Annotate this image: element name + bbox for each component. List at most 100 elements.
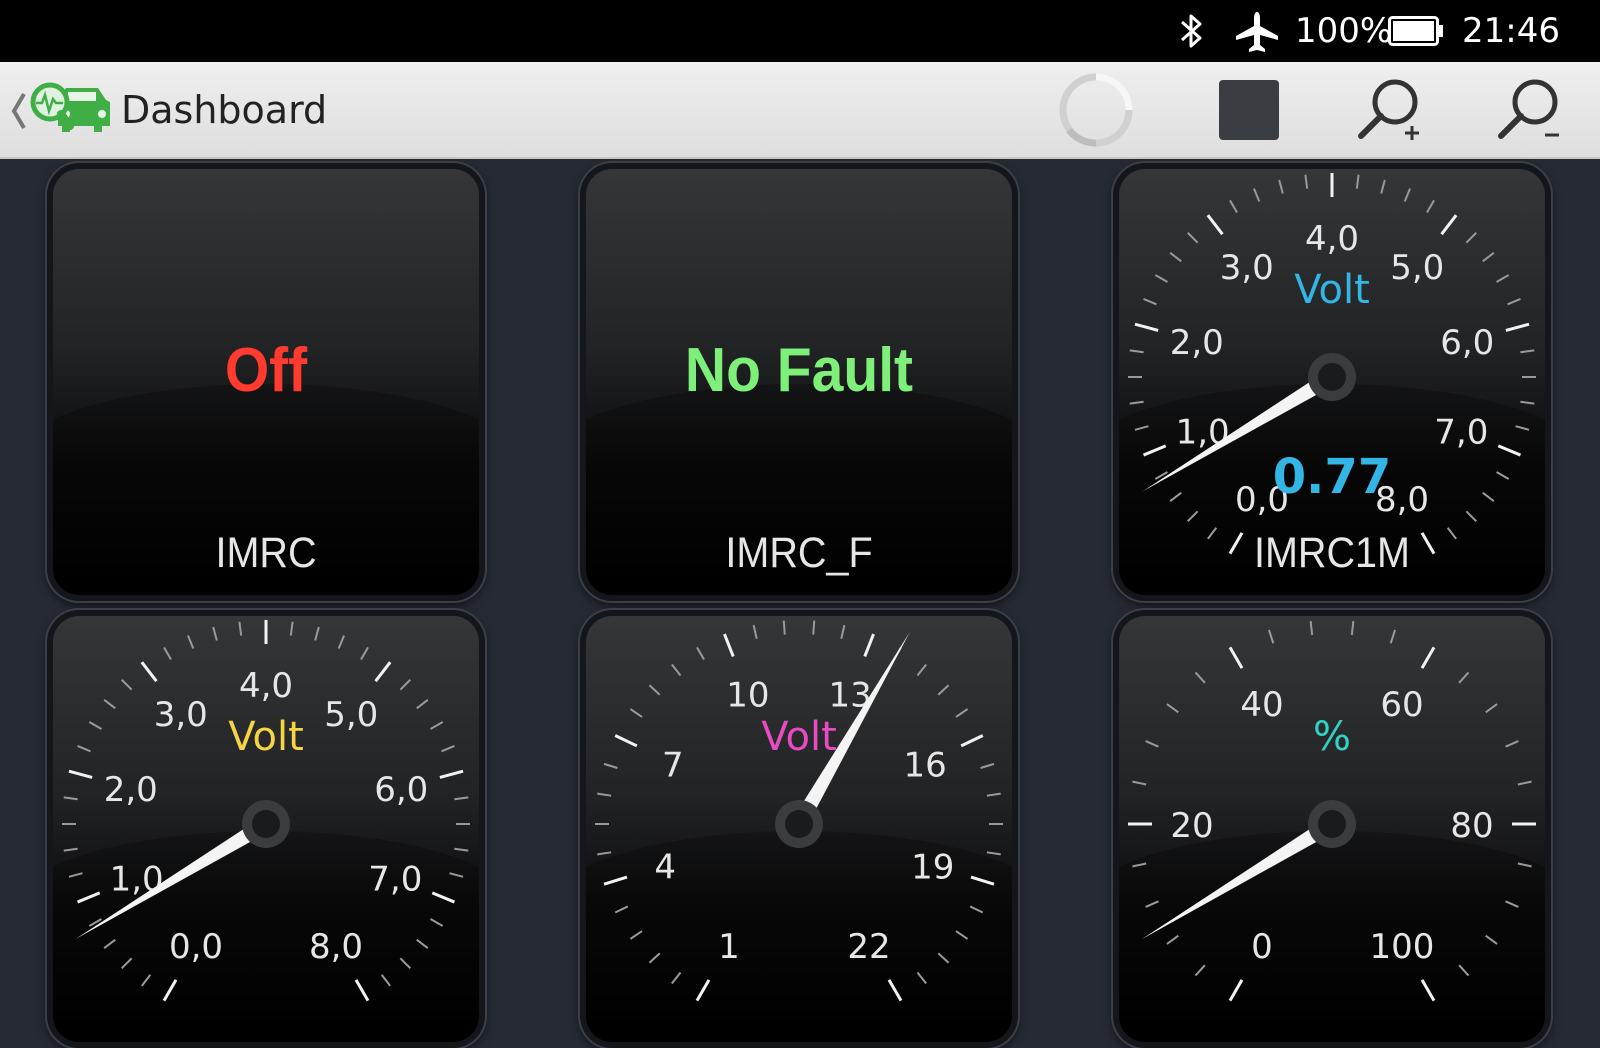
gauge-hub-center bbox=[1318, 363, 1346, 391]
gauge-minor-tick bbox=[449, 872, 464, 878]
panel-imrc1m[interactable]: 0,0 1,0 2,0 3,0 4,0 5,0 6,0 7,0 8,0 Volt 0.77 IMRC… bbox=[1113, 163, 1551, 601]
gauge-tick-label: 4 bbox=[654, 847, 676, 887]
gauge-minor-tick bbox=[416, 699, 429, 710]
gauge-minor-tick bbox=[696, 646, 705, 660]
gauge-minor-tick bbox=[916, 971, 927, 985]
gauge-minor-tick bbox=[238, 621, 243, 636]
stop-icon bbox=[1219, 80, 1279, 140]
panel-volt-gauge-yellow[interactable]: 0,0 1,0 2,0 3,0 4,0 5,0 6,0 7,0 8,0 Volt bbox=[47, 610, 485, 1048]
panel-volt-gauge-magenta[interactable]: 1 4 7 10 13 16 19 22 Volt bbox=[580, 610, 1018, 1048]
gauge-minor-tick bbox=[1520, 349, 1535, 354]
gauge-needle bbox=[75, 817, 271, 939]
gauge-minor-tick bbox=[648, 684, 661, 696]
gauge-major-tick bbox=[1228, 979, 1244, 1002]
gauge-minor-tick bbox=[648, 952, 661, 964]
gauge-minor-tick bbox=[1194, 964, 1206, 977]
gauge-minor-tick bbox=[980, 762, 995, 769]
gauge-minor-tick bbox=[1403, 188, 1411, 202]
panel-imrc[interactable]: Off IMRC bbox=[47, 163, 485, 601]
gauge-minor-tick bbox=[399, 957, 411, 969]
gauge-minor-tick bbox=[1129, 400, 1144, 405]
page-title: Dashboard bbox=[121, 88, 328, 132]
gauge-tick-label: 7 bbox=[662, 745, 684, 785]
gauge-unit-label: Volt bbox=[761, 714, 837, 760]
stop-button[interactable] bbox=[1209, 74, 1289, 146]
panel-percent-gauge[interactable]: 0 20 40 60 80 100% bbox=[1113, 610, 1551, 1048]
gauge-tick-label: 80 bbox=[1450, 806, 1493, 846]
gauge-minor-tick bbox=[1505, 900, 1519, 908]
back-chevron-icon[interactable] bbox=[8, 90, 30, 132]
gauge-dial: 0,01,02,03,04,05,06,07,08,0Volt bbox=[62, 620, 470, 1002]
gauge-minor-tick bbox=[629, 708, 643, 718]
gauge-major-tick bbox=[1142, 444, 1167, 457]
gauge-minor-tick bbox=[1253, 188, 1261, 202]
gauge-minor-tick bbox=[629, 930, 643, 940]
gauge-minor-tick bbox=[1169, 252, 1182, 263]
gauge-unit-label: Volt bbox=[1294, 267, 1370, 313]
gauge-tick-label: 6,0 bbox=[1440, 323, 1494, 363]
battery-percent: 100% bbox=[1295, 11, 1393, 51]
gauge-unit-label: % bbox=[1313, 714, 1351, 760]
gauge-minor-tick bbox=[1145, 900, 1159, 908]
gauge-minor-tick bbox=[1496, 471, 1510, 480]
gauge-major-tick bbox=[1134, 322, 1159, 332]
gauge-tick-label: 4,0 bbox=[239, 666, 293, 706]
gauge-minor-tick bbox=[1154, 274, 1168, 283]
gauge-minor-tick bbox=[1304, 174, 1309, 189]
app-logo-icon[interactable] bbox=[28, 80, 112, 142]
gauge-major-tick bbox=[354, 979, 370, 1002]
gauge-minor-tick bbox=[812, 620, 816, 635]
gauge-major-tick bbox=[614, 734, 638, 748]
gauge-tick-label: 0 bbox=[1251, 927, 1273, 967]
gauge-major-tick bbox=[1228, 646, 1244, 669]
gauge-minor-tick bbox=[969, 905, 984, 914]
gauge-minor-tick bbox=[1507, 298, 1521, 306]
panel-label: IMRC1M bbox=[1253, 529, 1411, 577]
gauge-minor-tick bbox=[1517, 780, 1532, 786]
gauge-minor-tick bbox=[63, 847, 78, 852]
gauge-minor-tick bbox=[380, 974, 391, 987]
gauge-minor-tick bbox=[1194, 671, 1206, 684]
gauge-minor-tick bbox=[121, 957, 133, 969]
gauge-minor-tick bbox=[416, 938, 429, 949]
loading-spinner-icon bbox=[1056, 73, 1136, 147]
gauge-tick-label: 7,0 bbox=[368, 860, 422, 900]
panel-value: Off bbox=[224, 336, 308, 405]
gauge-minor-tick bbox=[1380, 179, 1386, 194]
gauge-minor-tick bbox=[1465, 510, 1477, 522]
gauge-minor-tick bbox=[1166, 703, 1179, 714]
zoom-out-button[interactable] bbox=[1490, 74, 1570, 146]
gauge-minor-tick bbox=[1496, 274, 1510, 283]
gauge-minor-tick bbox=[1355, 174, 1360, 189]
gauge-minor-tick bbox=[141, 974, 152, 987]
gauge-minor-tick bbox=[1132, 862, 1147, 868]
gauge-minor-tick bbox=[454, 796, 469, 801]
gauge-minor-tick bbox=[1517, 862, 1532, 868]
gauge-minor-tick bbox=[1520, 400, 1535, 405]
gauge-minor-tick bbox=[1465, 232, 1477, 244]
gauge-major-tick bbox=[1497, 444, 1522, 457]
gauge-minor-tick bbox=[163, 646, 172, 660]
gauge-major-tick bbox=[68, 769, 93, 779]
gauge-tick-label: 8,0 bbox=[309, 927, 363, 967]
gauge-tick-label: 5,0 bbox=[1390, 248, 1444, 288]
gauge-minor-tick bbox=[1169, 491, 1182, 502]
gauge-tick-label: 3,0 bbox=[154, 695, 208, 735]
gauge-major-tick bbox=[1505, 322, 1530, 332]
gauge-minor-tick bbox=[1134, 425, 1149, 431]
gauge-tick-label: 3,0 bbox=[1220, 248, 1274, 288]
gauge-tick-label: 6,0 bbox=[374, 770, 428, 810]
gauge-tick-label: 4,0 bbox=[1305, 219, 1359, 259]
gauge-major-tick bbox=[863, 633, 875, 657]
gauge-major-tick bbox=[960, 734, 984, 748]
gauge-tick-label: 60 bbox=[1380, 685, 1423, 725]
gauge-minor-tick bbox=[212, 626, 218, 641]
panel-imrc-f[interactable]: No Fault IMRC_F bbox=[580, 163, 1018, 601]
gauge-minor-tick bbox=[314, 626, 320, 641]
zoom-in-button[interactable] bbox=[1350, 74, 1430, 146]
gauge-minor-tick bbox=[454, 847, 469, 852]
gauge-major-tick bbox=[970, 875, 995, 886]
gauge-minor-tick bbox=[603, 762, 618, 769]
clock: 21:46 bbox=[1462, 11, 1560, 51]
gauge-minor-tick bbox=[1350, 621, 1355, 636]
